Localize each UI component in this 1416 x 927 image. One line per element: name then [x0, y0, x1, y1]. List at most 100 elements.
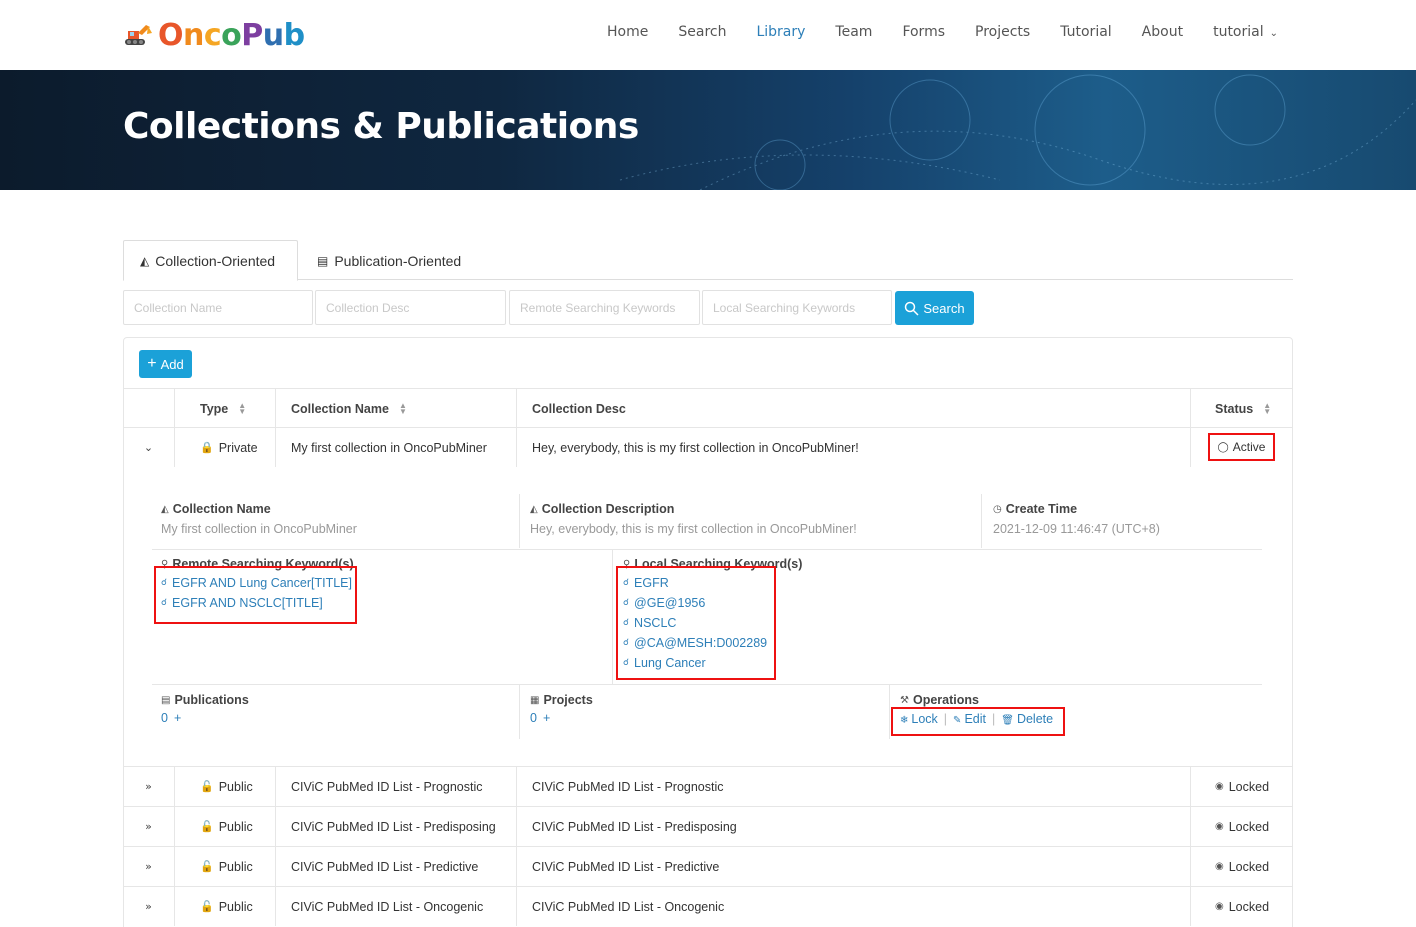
- name-cell: CIViC PubMed ID List - Prognostic: [275, 767, 516, 806]
- collection-icon: ◭: [161, 503, 169, 515]
- view-tabs: ◭ Collection-Oriented ▤ Publication-Orie…: [123, 240, 1293, 281]
- remote-keywords-input[interactable]: [509, 290, 700, 325]
- status-cell[interactable]: ◉ Locked: [1190, 887, 1293, 926]
- name-cell: CIViC PubMed ID List - Oncogenic: [275, 887, 516, 926]
- excavator-icon: [125, 25, 152, 45]
- nav-forms[interactable]: Forms: [902, 22, 945, 44]
- add-project-link[interactable]: +: [543, 711, 550, 725]
- nav-library[interactable]: Library: [756, 22, 805, 44]
- expand-toggle[interactable]: »: [123, 807, 174, 846]
- chevron-double-down-icon: ⌄: [143, 441, 154, 454]
- oncopub-logo[interactable]: OncoPub: [122, 16, 305, 54]
- lock-open-icon: 🔓: [200, 900, 214, 913]
- detail-label: Publications: [174, 693, 249, 707]
- highlight-box: [616, 566, 776, 680]
- nav-about[interactable]: About: [1142, 22, 1183, 44]
- search-icon: [905, 301, 919, 316]
- type-header-label: Type: [200, 401, 229, 416]
- search-button[interactable]: Search: [895, 291, 974, 325]
- expand-toggle[interactable]: »: [123, 887, 174, 926]
- tab-label: Publication-Oriented: [334, 252, 462, 269]
- highlight-box: [154, 566, 357, 624]
- expand-toggle[interactable]: »: [123, 767, 174, 806]
- nav-projects[interactable]: Projects: [975, 22, 1030, 44]
- projects-count-link[interactable]: 0: [530, 711, 537, 725]
- add-collection-button[interactable]: + Add: [139, 350, 192, 378]
- status-value: Active: [1232, 440, 1266, 454]
- status-value: Locked: [1228, 819, 1270, 834]
- local-keywords-input[interactable]: [702, 290, 892, 325]
- nav-tutorial[interactable]: Tutorial: [1060, 22, 1111, 44]
- expand-col-header: [123, 389, 174, 428]
- collection-desc-input[interactable]: [315, 290, 506, 325]
- nav-team[interactable]: Team: [835, 22, 872, 44]
- status-cell[interactable]: ◉ Locked: [1190, 807, 1293, 846]
- collection-desc-header: Collection Desc: [516, 389, 1190, 428]
- detail-value: 2021-12-09 11:46:47 (UTC+8): [993, 522, 1160, 536]
- collection-name-header[interactable]: Collection Name ▲ ▼: [275, 389, 516, 428]
- type-value: Public: [218, 779, 253, 794]
- publications-count-link[interactable]: 0: [161, 711, 168, 725]
- status-header-label: Status: [1215, 401, 1254, 416]
- name-cell: CIViC PubMed ID List - Predictive: [275, 847, 516, 886]
- status-badge[interactable]: ◯ Active: [1208, 433, 1275, 461]
- detail-create-time: ◷ Create Time 2021-12-09 11:46:47 (UTC+8): [993, 502, 1273, 536]
- expand-toggle[interactable]: »: [123, 847, 174, 886]
- status-cell[interactable]: ◉ Locked: [1190, 847, 1293, 886]
- desc-header-label: Collection Desc: [532, 401, 626, 416]
- chevron-double-right-icon: »: [145, 820, 152, 833]
- divider: [981, 494, 982, 548]
- collection-name-input[interactable]: [123, 290, 313, 325]
- detail-label: Operations: [912, 693, 979, 707]
- clock-icon: ◷: [993, 503, 1002, 515]
- lock-open-icon: 🔓: [200, 820, 214, 833]
- detail-projects: ▦ Projects 0 +: [530, 693, 880, 725]
- table-header: Type ▲ ▼ Collection Name ▲ ▼ Collection Desc…: [123, 388, 1293, 428]
- table-row[interactable]: » 🔓 Public CIViC PubMed ID List - Predisp…: [123, 806, 1293, 846]
- status-value: Locked: [1228, 899, 1270, 914]
- chevron-down-icon: ⌄: [1269, 28, 1278, 39]
- type-value: Public: [218, 859, 253, 874]
- divider: [519, 494, 520, 548]
- collapse-toggle[interactable]: ⌄: [123, 428, 174, 467]
- divider: [889, 685, 890, 739]
- table-row[interactable]: » 🔓 Public CIViC PubMed ID List - Oncogen…: [123, 886, 1293, 926]
- add-button-label: Add: [160, 356, 184, 372]
- desc-cell: CIViC PubMed ID List - Predisposing: [516, 807, 1190, 846]
- status-value: Locked: [1228, 779, 1270, 794]
- type-cell: 🔒 Private: [174, 428, 275, 467]
- user-menu[interactable]: tutorial ⌄: [1213, 22, 1278, 44]
- locked-shield-icon: ◉: [1215, 901, 1224, 912]
- tab-publication-oriented[interactable]: ▤ Publication-Oriented: [301, 240, 477, 281]
- nav-home[interactable]: Home: [607, 22, 648, 44]
- type-header[interactable]: Type ▲ ▼: [174, 389, 275, 428]
- type-cell: 🔓 Public: [174, 887, 275, 926]
- nav-search[interactable]: Search: [678, 22, 726, 44]
- chevron-double-right-icon: »: [145, 900, 152, 913]
- wrench-icon: ⚒: [900, 694, 909, 706]
- user-name: tutorial: [1213, 24, 1264, 40]
- table-row[interactable]: » 🔓 Public CIViC PubMed ID List - Predict…: [123, 846, 1293, 886]
- desc-cell: CIViC PubMed ID List - Oncogenic: [516, 887, 1190, 926]
- tab-collection-oriented[interactable]: ◭ Collection-Oriented: [123, 240, 298, 281]
- detail-collection-name: ◭ Collection Name My first collection in …: [161, 502, 521, 536]
- shield-icon: ◯: [1217, 441, 1229, 453]
- status-cell[interactable]: ◉ Locked: [1190, 767, 1293, 806]
- chevron-double-right-icon: »: [145, 780, 152, 793]
- table-row[interactable]: » 🔓 Public CIViC PubMed ID List - Prognos…: [123, 766, 1293, 806]
- status-header[interactable]: Status ▲ ▼: [1190, 389, 1293, 428]
- add-publication-link[interactable]: +: [174, 711, 181, 725]
- plus-icon: +: [147, 355, 157, 372]
- collection-icon: ◭: [530, 503, 538, 515]
- sort-icon: ▲ ▼: [238, 400, 247, 416]
- name-cell: CIViC PubMed ID List - Predisposing: [275, 807, 516, 846]
- desc-cell: Hey, everybody, this is my first collect…: [516, 428, 1190, 467]
- locked-shield-icon: ◉: [1215, 781, 1224, 792]
- table-row[interactable]: ⌄ 🔒 Private My first collection in OncoPu…: [123, 427, 1293, 467]
- name-cell: My first collection in OncoPubMiner: [275, 428, 516, 467]
- divider: [152, 549, 1262, 550]
- top-navbar: OncoPub Home Search Library Team Forms P…: [0, 0, 1416, 70]
- detail-label: Projects: [543, 693, 593, 707]
- tab-label: Collection-Oriented: [155, 252, 276, 269]
- type-value: Public: [218, 899, 253, 914]
